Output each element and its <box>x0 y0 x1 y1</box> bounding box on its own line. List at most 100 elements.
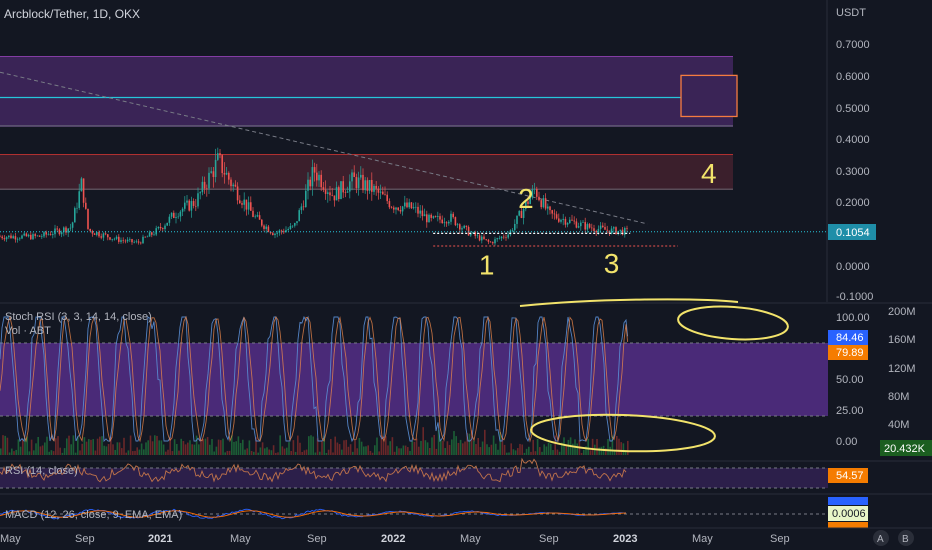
volume-bar <box>330 438 332 455</box>
volume-bar <box>332 452 334 455</box>
volume-bar <box>63 448 66 455</box>
volume-bar <box>299 442 301 455</box>
candle-body <box>38 235 41 237</box>
candle-body <box>223 173 226 175</box>
volume-bar <box>140 443 143 455</box>
volume-bar <box>132 451 134 455</box>
candle-body <box>113 238 116 240</box>
candle-body <box>316 172 318 181</box>
candle-body <box>542 198 545 208</box>
chart-canvas[interactable]: Arcblock/Tether, 1D, OKX 1 2 3 4 USDT 0.… <box>0 0 932 550</box>
candle-body <box>148 232 151 237</box>
volume-bar <box>545 446 548 455</box>
candle-body <box>368 179 371 191</box>
volume-bar <box>209 444 211 455</box>
volume-bar <box>519 443 521 455</box>
candle-body <box>349 181 351 192</box>
volume-bar <box>618 438 620 455</box>
candle-body <box>384 194 386 195</box>
candle-body <box>179 211 182 217</box>
candle-body <box>212 171 215 178</box>
volume-bar <box>413 441 416 455</box>
candle-body <box>465 225 468 227</box>
candle-body <box>448 221 450 224</box>
volume-bar <box>116 442 119 455</box>
candle-body <box>69 227 72 229</box>
candle-body <box>36 235 39 237</box>
volume-bar <box>411 441 413 455</box>
candle-body <box>426 214 428 223</box>
candle-body <box>379 191 382 193</box>
volume-bar <box>4 435 6 455</box>
volume-bar <box>297 435 299 455</box>
volume-bar <box>393 451 396 455</box>
candle-body <box>588 224 591 228</box>
volume-bar <box>206 437 209 455</box>
volume-bar <box>17 439 20 455</box>
volume-bar <box>22 439 24 455</box>
volume-bar <box>444 448 446 455</box>
volume-bar <box>114 449 116 455</box>
volume-bar <box>52 451 55 455</box>
volume-bar <box>83 437 86 455</box>
candle-body <box>439 216 441 220</box>
volume-bar <box>266 447 268 455</box>
candle-body <box>177 216 179 218</box>
volume-bar <box>563 437 565 455</box>
volume-bar <box>358 437 361 455</box>
target-box[interactable] <box>680 74 738 118</box>
volume-bar <box>268 449 270 455</box>
volume-bar <box>523 452 526 455</box>
volume-bar <box>556 449 559 455</box>
candle-body <box>78 191 80 208</box>
volume-bar <box>220 440 222 455</box>
candle-body <box>305 190 307 208</box>
volume-bar <box>123 437 125 455</box>
candle-body <box>74 208 76 223</box>
candle-body <box>461 228 463 230</box>
candle-body <box>258 215 261 220</box>
candle-body <box>291 225 294 227</box>
volume-bar <box>239 443 242 455</box>
volume-bar <box>66 438 68 455</box>
candle-body <box>93 233 96 235</box>
volume-bar <box>429 447 431 455</box>
volume-bar <box>99 436 101 455</box>
candle-body <box>188 200 190 211</box>
candle-body <box>16 238 19 240</box>
volume-bar <box>402 445 405 455</box>
candle-body <box>577 226 580 228</box>
volume-bar <box>607 439 609 455</box>
volume-bar <box>442 440 444 455</box>
volume-bar <box>222 438 224 455</box>
candle-body <box>168 216 171 223</box>
volume-bar <box>567 439 570 455</box>
volume-bar <box>68 435 70 455</box>
volume-bar <box>334 436 336 455</box>
volume-bar <box>85 441 88 455</box>
time-axis[interactable]: May Sep 2021 May Sep 2022 May Sep 2023 M… <box>0 527 932 550</box>
price-tick: 0.0000 <box>836 261 870 273</box>
candle-body <box>360 174 362 178</box>
candle-body <box>441 219 443 224</box>
stoch-tick: 50.00 <box>836 374 864 386</box>
volume-bar <box>94 450 97 455</box>
volume-bar <box>290 450 292 455</box>
volume-bar <box>583 449 585 455</box>
candle-body <box>382 191 384 195</box>
candle-body <box>287 228 289 230</box>
candle-body <box>254 216 256 218</box>
vol-tick: 200M <box>888 306 916 318</box>
volume-bar <box>149 435 152 455</box>
volume-bar <box>550 443 552 455</box>
candle-body <box>549 206 551 211</box>
candle-body <box>406 202 408 208</box>
candle-body <box>307 179 309 191</box>
volume-bar <box>517 448 519 455</box>
candle-body <box>602 225 604 228</box>
candle-body <box>89 228 91 231</box>
volume-bar <box>35 443 37 455</box>
vol-tick: 40M <box>888 419 909 431</box>
candle-body <box>267 226 270 232</box>
candle-body <box>252 210 254 217</box>
